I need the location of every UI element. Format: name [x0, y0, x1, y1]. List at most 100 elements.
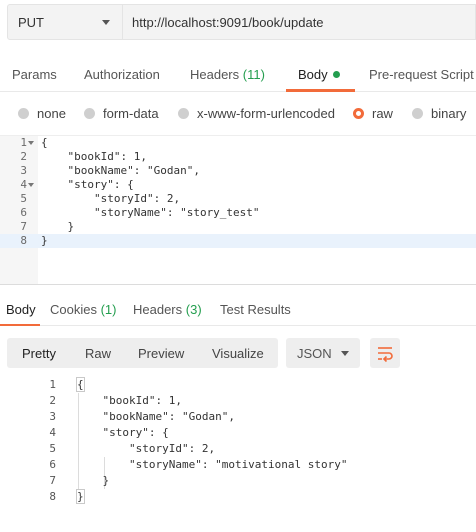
response-tab-headers[interactable]: Headers (3)	[133, 302, 202, 317]
line-number: 1	[20, 136, 27, 149]
chevron-down-icon	[341, 351, 349, 356]
code-text: "story": {	[41, 178, 134, 191]
code-text: {	[76, 377, 85, 392]
line-number: 5	[20, 192, 27, 205]
url-input[interactable]: http://localhost:9091/book/update	[123, 4, 476, 40]
code-text: }	[41, 234, 48, 247]
line-number: 8	[20, 234, 27, 247]
response-tab-headers-count: (3)	[185, 302, 202, 317]
code-line: 3 "bookName": "Godan",	[0, 164, 476, 178]
radio-raw-label: raw	[372, 106, 393, 121]
line-number: 4	[49, 426, 56, 439]
code-text: "storyName": "story_test"	[41, 206, 260, 219]
code-text: "bookName": "Godan",	[76, 410, 235, 423]
code-line-active: 8 }	[0, 234, 476, 248]
radio-selected-icon	[353, 108, 364, 119]
line-number: 6	[49, 458, 56, 471]
response-tab-body[interactable]: Body	[6, 302, 36, 317]
response-tab-test-results[interactable]: Test Results	[220, 302, 291, 317]
fold-caret-icon[interactable]	[28, 141, 34, 145]
code-line: 1 {	[0, 136, 476, 150]
response-code-line: 4 "story": {	[0, 425, 476, 441]
method-select[interactable]: PUT	[7, 4, 123, 40]
line-number: 7	[20, 220, 27, 233]
radio-circle-icon	[412, 108, 423, 119]
pane-splitter[interactable]	[0, 284, 476, 294]
view-pretty-button[interactable]: Pretty	[22, 346, 56, 361]
url-text: http://localhost:9091/book/update	[132, 15, 324, 30]
code-text: {	[41, 136, 48, 149]
response-code-line: 1 {	[0, 377, 476, 393]
tab-pre-request-script[interactable]: Pre-request Script	[369, 67, 474, 82]
response-tab-cookies[interactable]: Cookies (1)	[50, 302, 116, 317]
line-number: 7	[49, 474, 56, 487]
radio-circle-icon	[18, 108, 29, 119]
radio-urlencoded-label: x-www-form-urlencoded	[197, 106, 335, 121]
line-number: 8	[49, 490, 56, 503]
radio-circle-icon	[178, 108, 189, 119]
code-text: }	[76, 489, 85, 504]
tab-authorization[interactable]: Authorization	[84, 67, 160, 82]
code-line: 2 "bookId": 1,	[0, 150, 476, 164]
view-mode-toolbar: Pretty Raw Preview Visualize	[7, 338, 278, 368]
code-line: 6 "storyName": "story_test"	[0, 206, 476, 220]
response-tab-test-results-label: Test Results	[220, 302, 291, 317]
code-text: "storyId": 2,	[41, 192, 181, 205]
code-line: 5 "storyId": 2,	[0, 192, 476, 206]
tab-params[interactable]: Params	[12, 67, 57, 82]
radio-circle-icon	[84, 108, 95, 119]
line-number: 6	[20, 206, 27, 219]
radio-form-data-label: form-data	[103, 106, 159, 121]
wrap-lines-icon	[378, 347, 393, 363]
wrap-lines-button[interactable]	[370, 338, 400, 368]
line-number: 2	[20, 150, 27, 163]
active-response-tab-indicator	[0, 324, 40, 326]
tab-body[interactable]: Body	[298, 67, 340, 82]
radio-binary[interactable]: binary	[412, 106, 466, 121]
radio-none[interactable]: none	[18, 106, 66, 121]
chevron-down-icon	[102, 20, 110, 25]
code-line: 4 "story": {	[0, 178, 476, 192]
view-visualize-button[interactable]: Visualize	[212, 346, 264, 361]
fold-caret-icon[interactable]	[28, 183, 34, 187]
tab-pre-request-script-label: Pre-request Script	[369, 67, 474, 82]
request-body-editor[interactable]: 1 { 2 "bookId": 1, 3 "bookName": "Godan"…	[0, 136, 476, 284]
format-select[interactable]: JSON	[286, 338, 360, 368]
tab-headers[interactable]: Headers (11)	[190, 67, 265, 82]
code-line: 7 }	[0, 220, 476, 234]
tab-authorization-label: Authorization	[84, 67, 160, 82]
line-number: 3	[49, 410, 56, 423]
tab-body-label: Body	[298, 67, 328, 82]
format-label: JSON	[297, 346, 332, 361]
bracket-match: }	[76, 489, 85, 505]
line-number: 2	[49, 394, 56, 407]
code-text: }	[76, 474, 110, 487]
line-number: 3	[20, 164, 27, 177]
radio-x-www-form-urlencoded[interactable]: x-www-form-urlencoded	[178, 106, 335, 121]
tab-headers-count: (11)	[242, 67, 265, 82]
response-body-viewer[interactable]: 1 { 2 "bookId": 1, 3 "bookName": "Godan"…	[0, 377, 476, 532]
response-code-line: 6 "storyName": "motivational story"	[0, 457, 476, 473]
radio-form-data[interactable]: form-data	[84, 106, 159, 121]
response-code-line: 8 }	[0, 489, 476, 505]
response-code-line: 7 }	[0, 473, 476, 489]
request-bar: PUT http://localhost:9091/book/update	[0, 0, 476, 52]
code-text: "bookId": 1,	[76, 394, 182, 407]
code-text: "storyName": "motivational story"	[76, 458, 348, 471]
response-tab-headers-label: Headers	[133, 302, 183, 317]
tab-params-label: Params	[12, 67, 57, 82]
view-raw-button[interactable]: Raw	[85, 346, 111, 361]
response-tab-body-label: Body	[6, 302, 36, 317]
tab-headers-label: Headers	[190, 67, 240, 82]
radio-raw[interactable]: raw	[353, 106, 393, 121]
response-code-line: 5 "storyId": 2,	[0, 441, 476, 457]
code-text: "bookId": 1,	[41, 150, 147, 163]
method-label: PUT	[18, 15, 44, 30]
body-type-options: none form-data x-www-form-urlencoded raw…	[0, 92, 476, 136]
line-number: 4	[20, 178, 27, 191]
response-code-line: 2 "bookId": 1,	[0, 393, 476, 409]
code-text: "bookName": "Godan",	[41, 164, 200, 177]
radio-none-label: none	[37, 106, 66, 121]
view-preview-button[interactable]: Preview	[138, 346, 184, 361]
response-tab-cookies-count: (1)	[100, 302, 117, 317]
